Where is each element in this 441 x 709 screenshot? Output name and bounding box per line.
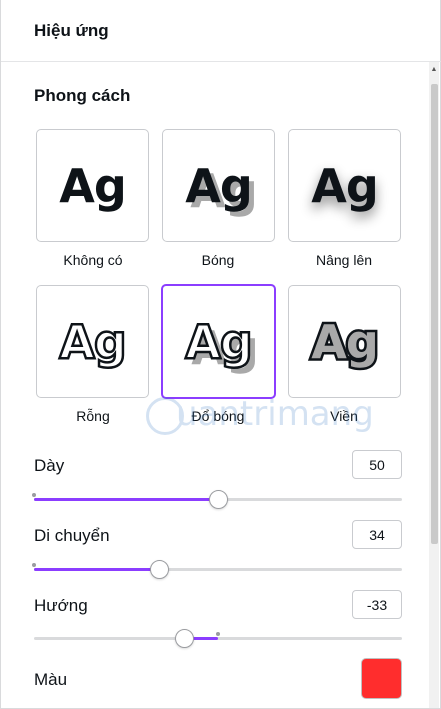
- style-label-none: Không có: [63, 252, 123, 268]
- scrollbar-thumb[interactable]: [431, 84, 438, 544]
- thickness-slider[interactable]: [32, 489, 402, 509]
- direction-input[interactable]: -33: [352, 590, 402, 619]
- offset-slider[interactable]: [32, 559, 402, 579]
- color-swatch-button[interactable]: [361, 658, 402, 699]
- slider-origin-dot: [216, 632, 220, 636]
- slider-thumb[interactable]: [149, 560, 169, 579]
- style-label-splice: Đổ bóng: [191, 408, 245, 424]
- style-tile-splice[interactable]: Ag: [161, 284, 276, 399]
- scroll-up-arrow-icon[interactable]: ▲: [430, 66, 438, 74]
- color-label: Màu: [34, 670, 68, 689]
- style-preview-shadow: Ag: [185, 158, 253, 213]
- slider-track: [34, 637, 402, 640]
- slider-label-thickness: Dày: [34, 456, 65, 475]
- style-label-hollow: Rỗng: [76, 408, 110, 424]
- slider-thumb[interactable]: [208, 490, 228, 509]
- panel-header: Hiệu ứng: [1, 0, 441, 62]
- direction-slider[interactable]: [34, 628, 402, 648]
- slider-label-direction: Hướng: [34, 596, 88, 615]
- slider-fill: [34, 498, 218, 501]
- style-label-shadow: Bóng: [201, 252, 235, 268]
- slider-fill: [34, 568, 160, 571]
- style-tile-hollow[interactable]: Ag: [36, 285, 149, 398]
- slider-thumb[interactable]: [174, 629, 194, 648]
- style-tile-shadow[interactable]: Ag: [162, 129, 275, 242]
- panel-title: Hiệu ứng: [34, 21, 109, 40]
- style-preview-lift: Ag: [311, 158, 379, 213]
- style-preview-splice: Ag: [184, 314, 254, 369]
- section-title-style: Phong cách: [34, 86, 131, 105]
- thickness-input[interactable]: 50: [352, 450, 402, 479]
- effects-panel: Hiệu ứng ▲ Phong cách Ag Không có Ag Bón…: [0, 0, 441, 709]
- style-tile-none[interactable]: Ag: [36, 129, 149, 242]
- style-preview-none: Ag: [59, 158, 127, 213]
- style-tile-echo[interactable]: Ag: [288, 285, 401, 398]
- slider-label-offset: Di chuyển: [34, 526, 110, 545]
- offset-input[interactable]: 34: [352, 520, 402, 549]
- slider-origin-dot: [32, 563, 36, 567]
- style-preview-echo: Ag: [309, 314, 381, 369]
- slider-origin-dot: [32, 493, 36, 497]
- style-preview-hollow: Ag: [58, 314, 128, 369]
- style-tile-lift[interactable]: Ag: [288, 129, 401, 242]
- style-label-echo: Viền: [330, 408, 358, 424]
- style-label-lift: Nâng lên: [315, 252, 373, 268]
